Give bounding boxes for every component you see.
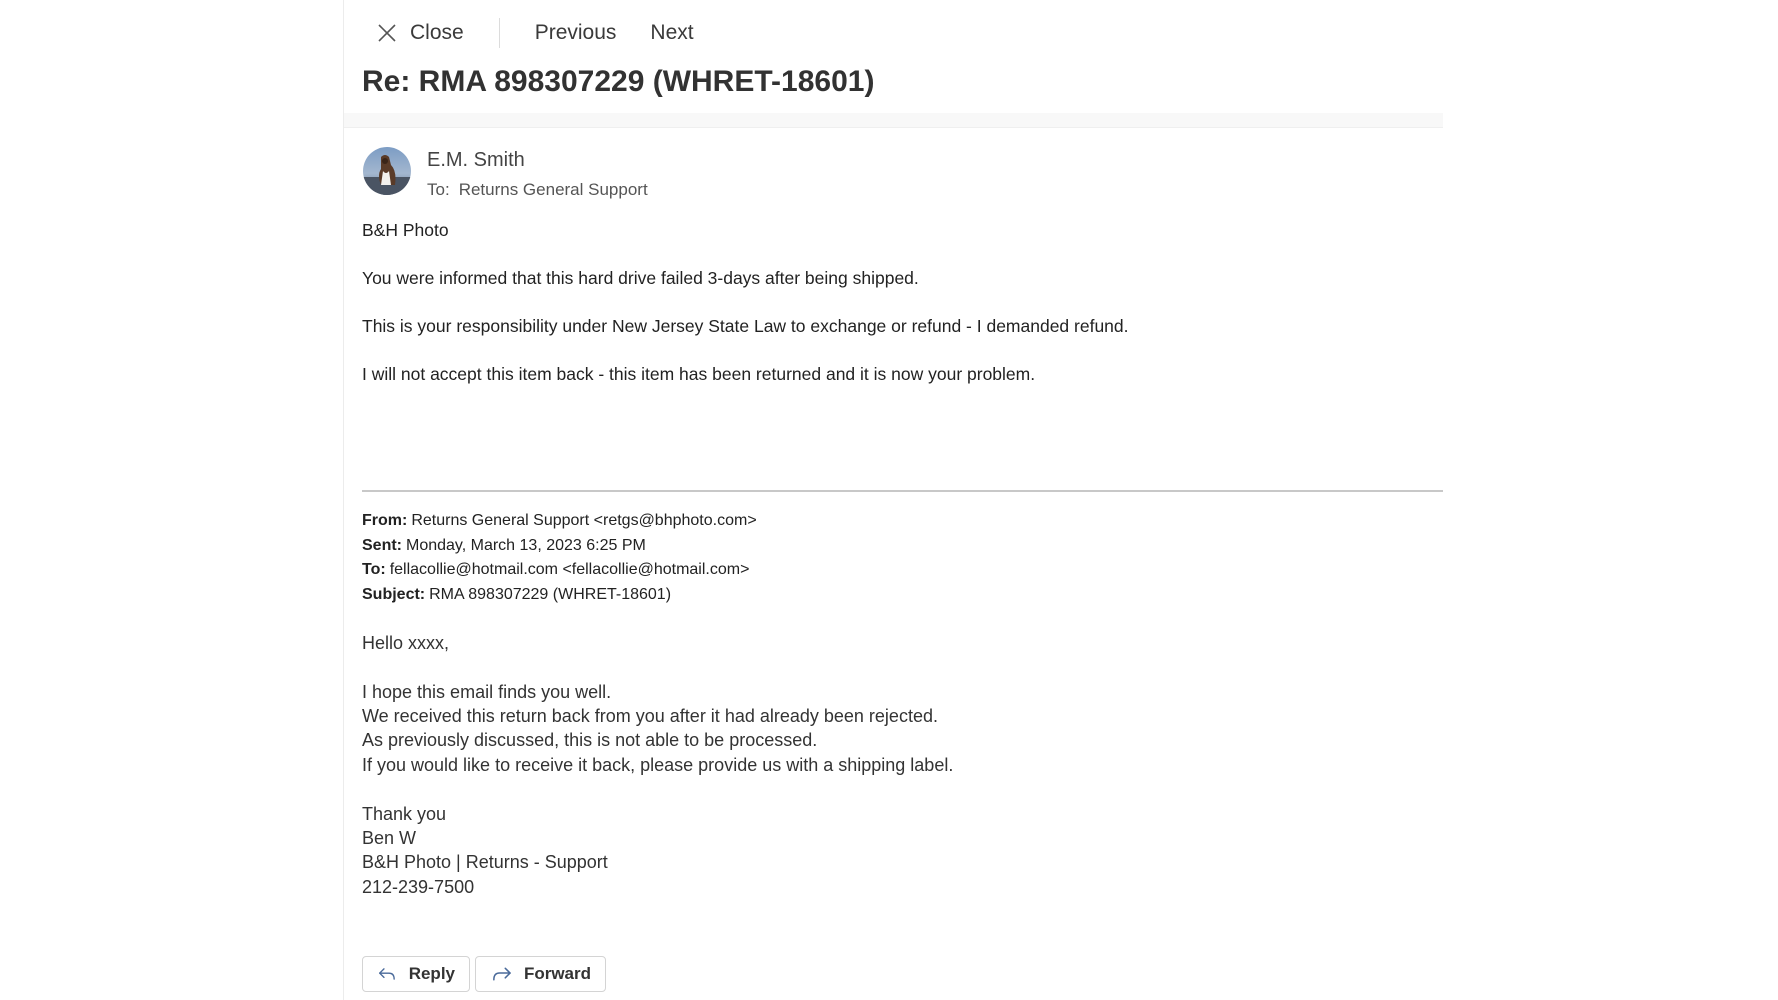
quoted-sent-value: Monday, March 13, 2023 6:25 PM [406,537,646,554]
quoted-to-label: To: [362,561,386,578]
quoted-line: As previously discussed, this is not abl… [362,730,818,750]
quoted-line: Ben W [362,828,417,848]
recipient-line: To: Returns General Support [427,180,648,200]
body-paragraph: This is your responsibility under New Je… [362,316,1129,336]
sender-name[interactable]: E.M. Smith [427,149,525,172]
close-label: Close [410,21,464,44]
toolbar-divider [498,18,500,48]
quoted-line: 212-239-7500 [362,877,475,897]
quoted-sent: Sent: Monday, March 13, 2023 6:25 PM [362,537,646,555]
quoted-from-label: From: [362,512,408,529]
quoted-from-value: Returns General Support <retgs@bhphoto.c… [411,512,757,529]
quoted-to-value: fellacollie@hotmail.com <fellacollie@hot… [389,561,750,578]
reply-button[interactable]: Reply [362,956,470,992]
email-subject: Re: RMA 898307229 (WHRET-18601) [362,65,875,98]
recipient-name[interactable]: Returns General Support [459,180,648,199]
next-button[interactable]: Next [650,21,693,45]
close-button[interactable]: Close [377,21,464,45]
previous-button[interactable]: Previous [535,21,617,45]
body-paragraph: You were informed that this hard drive f… [362,268,919,288]
message-toolbar: Close Previous Next [377,17,694,49]
quoted-subject: Subject: RMA 898307229 (WHRET-18601) [362,586,671,604]
quoted-line: B&H Photo | Returns - Support [362,852,608,872]
to-label: To: [427,180,450,199]
body-paragraph: I will not accept this item back - this … [362,364,1036,384]
reply-icon [379,968,395,980]
avatar-image [363,147,411,195]
quoted-line: I hope this email finds you well. [362,682,612,702]
reply-label: Reply [408,964,455,983]
quoted-from: From: Returns General Support <retgs@bhph… [362,512,757,530]
avatar[interactable] [363,147,411,195]
forward-icon [493,967,511,981]
subject-divider [344,113,1443,128]
quoted-subject-label: Subject: [362,586,426,603]
quoted-subject-value: RMA 898307229 (WHRET-18601) [429,586,672,603]
quoted-line: We received this return back from you af… [362,706,938,726]
quoted-to: To: fellacollie@hotmail.com <fellacollie@… [362,561,749,579]
quote-divider [362,490,1443,492]
body-paragraph: B&H Photo [362,220,449,240]
close-icon [378,24,396,42]
quoted-line: Hello xxxx, [362,633,450,653]
quoted-line: Thank you [362,804,447,824]
quoted-sent-label: Sent: [362,537,402,554]
forward-button[interactable]: Forward [475,956,606,992]
quoted-line: If you would like to receive it back, pl… [362,755,954,775]
forward-label: Forward [523,964,591,983]
reading-pane: Close Previous Next Re: RMA 898307229 (W… [343,0,1443,1000]
